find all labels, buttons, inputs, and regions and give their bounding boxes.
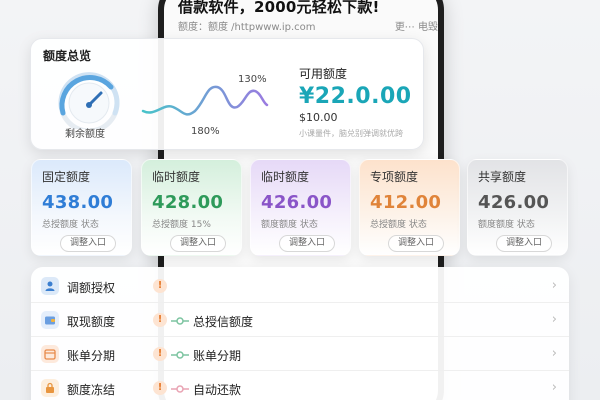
list-item-label: 额度冻结 — [67, 383, 116, 397]
quota-card-special[interactable]: 专项额度 412.00 总授额度 状态 调整入口 — [359, 159, 460, 256]
list-item-label: 账单分期 — [67, 349, 116, 363]
chevron-right-icon: › — [551, 312, 557, 327]
chevron-right-icon: › — [551, 346, 557, 361]
list-item-quota-freeze[interactable]: 额度冻结 ! 自动还款 › — [31, 371, 569, 400]
chevron-right-icon: › — [551, 278, 557, 293]
wave-percent-top: 130% — [238, 74, 267, 85]
link-icon — [171, 351, 189, 359]
list-item-bill-installment[interactable]: 账单分期 ! 账单分期 › — [31, 337, 569, 371]
available-amount: ¥22.0.00 — [299, 84, 412, 109]
warning-icon: ! — [153, 279, 167, 293]
quota-card-value: 438.00 — [42, 192, 114, 213]
quota-card-value: 426.00 — [478, 192, 550, 213]
quota-card-sub: 总授额度 状态 — [42, 220, 99, 230]
calendar-icon — [41, 345, 59, 363]
wallet-icon — [41, 311, 59, 329]
lock-icon — [41, 379, 59, 397]
quota-card-title: 共享额度 — [478, 170, 527, 184]
quota-card-title: 固定额度 — [42, 170, 91, 184]
quota-card-title: 临时额度 — [152, 170, 201, 184]
list-item-adjust-auth[interactable]: 调额授权 ! › — [31, 269, 569, 303]
phone-header: 借款软件，2000元轻松下款! 额度：额度 /httpwww.ip.com 更⋯… — [176, 0, 438, 36]
list-item-sub-label: 自动还款 — [193, 383, 242, 397]
adjust-button[interactable]: 调整入口 — [170, 235, 226, 252]
phone-title: 借款软件，2000元轻松下款! — [178, 0, 380, 16]
list-item-cash-quota[interactable]: 取现额度 ! 总授信额度 › — [31, 303, 569, 337]
adjust-button[interactable]: 调整入口 — [388, 235, 444, 252]
available-note: 小课量件，脑兑别弹调就优跨 — [299, 129, 403, 138]
quota-card-title: 临时额度 — [261, 170, 310, 184]
link-icon — [171, 317, 189, 325]
quota-card-temporary-2[interactable]: 临时额度 426.00 额度额度 状态 调整入口 — [250, 159, 351, 256]
overview-card: 额度总览 剩余额度 130% 180% 可用额度 ¥22.0.00 $10.00… — [30, 38, 424, 150]
list-item-label: 取现额度 — [67, 315, 116, 329]
available-sub-amount: $10.00 — [299, 111, 338, 124]
available-label: 可用额度 — [299, 67, 348, 81]
gauge-icon — [58, 72, 120, 129]
quota-card-temporary[interactable]: 临时额度 428.00 总授额度 15% 调整入口 — [141, 159, 242, 256]
available-section: 可用额度 ¥22.0.00 $10.00 小课量件，脑兑别弹调就优跨 — [299, 65, 419, 139]
quota-card-sub: 总授额度 15% — [152, 220, 211, 230]
adjust-button[interactable]: 调整入口 — [279, 235, 335, 252]
quota-card-value: 426.00 — [261, 192, 333, 213]
gauge-label: 剩余额度 — [65, 129, 105, 140]
link-icon — [171, 385, 189, 393]
quota-card-sub: 额度额度 状态 — [478, 220, 535, 230]
chevron-right-icon: › — [551, 380, 557, 395]
phone-subtitle: 额度：额度 /httpwww.ip.com — [178, 22, 316, 33]
quota-card-title: 专项额度 — [370, 170, 419, 184]
quota-card-sub: 总授额度 状态 — [370, 220, 427, 230]
overview-title: 额度总览 — [43, 49, 92, 63]
settings-list: 调额授权 ! › 取现额度 ! 总授信额度 › 账单分期 ! 账单分期 › 额度… — [31, 267, 569, 400]
user-icon — [41, 277, 59, 295]
quota-card-value: 428.00 — [152, 192, 224, 213]
warning-icon: ! — [153, 313, 167, 327]
warning-icon: ! — [153, 381, 167, 395]
quota-card-shared[interactable]: 共享额度 426.00 额度额度 状态 调整入口 — [467, 159, 568, 256]
list-item-label: 调额授权 — [67, 281, 116, 295]
warning-icon: ! — [153, 347, 167, 361]
adjust-button[interactable]: 调整入口 — [60, 235, 116, 252]
phone-more[interactable]: 更⋯ 电毁 — [395, 18, 438, 33]
quota-card-fixed[interactable]: 固定额度 438.00 总授额度 状态 调整入口 — [31, 159, 132, 256]
quota-card-value: 412.00 — [370, 192, 442, 213]
quota-card-sub: 额度额度 状态 — [261, 220, 318, 230]
list-item-sub-label: 总授信额度 — [193, 315, 254, 329]
adjust-button[interactable]: 调整入口 — [496, 235, 552, 252]
list-item-sub-label: 账单分期 — [193, 349, 242, 363]
wave-percent-bottom: 180% — [191, 126, 220, 137]
